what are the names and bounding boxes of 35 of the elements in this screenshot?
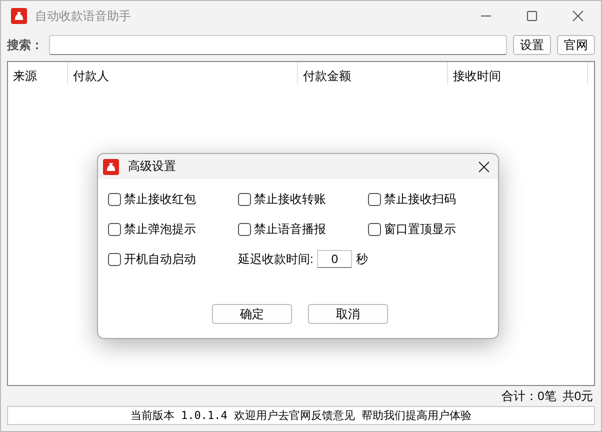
checkbox-label[interactable]: 窗口置顶显示 [384, 220, 456, 238]
checkbox[interactable] [368, 192, 381, 206]
status-bar: 当前版本 1.0.1.4 欢迎用户去官网反馈意见 帮助我们提高用户体验 [7, 406, 595, 425]
delay-field[interactable]: 0 [317, 250, 352, 268]
window-title: 自动收款语音助手 [35, 8, 131, 24]
checkbox-label[interactable]: 禁止接收转账 [254, 190, 326, 208]
checkbox-label[interactable]: 禁止接收红包 [124, 190, 196, 208]
checkbox[interactable] [238, 222, 251, 236]
checkbox-label[interactable]: 禁止语音播报 [254, 220, 326, 238]
summary-text: 合计：0笔 [502, 388, 556, 404]
checkbox-label[interactable]: 开机自动启动 [124, 250, 196, 268]
checkbox-label[interactable]: 禁止弹泡提示 [124, 220, 196, 238]
column-header[interactable]: 接收时间 [448, 62, 588, 84]
summary-text: 共0元 [562, 388, 593, 404]
delay-label: 延迟收款时间: [238, 250, 314, 268]
dialog-title: 高级设置 [128, 158, 176, 175]
checkbox[interactable] [238, 192, 251, 206]
column-header[interactable]: 付款金额 [298, 62, 448, 84]
checkbox[interactable] [108, 192, 121, 206]
dialog-button[interactable]: 确定 [212, 304, 292, 324]
checkbox[interactable] [108, 252, 121, 266]
dialog-button[interactable]: 取消 [308, 304, 388, 324]
app-icon [11, 8, 27, 24]
app-icon [103, 158, 119, 174]
checkbox[interactable] [368, 222, 381, 236]
unit-label: 秒 [356, 250, 368, 268]
toolbar-button[interactable]: 设置 [513, 35, 551, 55]
search-field[interactable] [49, 35, 507, 55]
checkbox-label[interactable]: 禁止接收扫码 [384, 190, 456, 208]
close-icon[interactable] [478, 160, 490, 172]
toolbar-button[interactable]: 官网 [557, 35, 595, 55]
checkbox[interactable] [108, 222, 121, 236]
column-header[interactable]: 来源 [8, 62, 68, 84]
column-header[interactable]: 付款人 [68, 62, 298, 84]
search-label: 搜索： [7, 36, 43, 54]
